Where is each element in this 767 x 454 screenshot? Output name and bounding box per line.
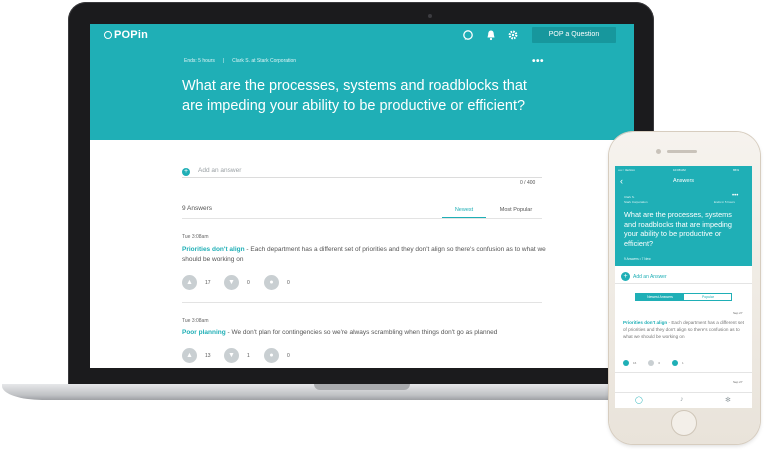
clock-label: 10:08 AM [673,168,686,172]
tab-newest[interactable]: Newest [442,204,486,218]
dislike-reaction[interactable]: ▼ 1 [224,348,250,363]
phone-answer-stats: 9 Answers • 7 New [624,257,651,261]
add-answer-placeholder: Add an answer [198,167,242,174]
phone-answer-date: Sep 27 [733,311,743,315]
add-answer-field[interactable]: + Add an answer [182,162,542,178]
comment-icon[interactable] [672,360,679,366]
gear-icon[interactable] [507,29,519,41]
thumbs-down-icon: ▼ [224,348,239,363]
phone-camera-icon [656,149,661,154]
pop-question-button[interactable]: POP a Question [532,27,616,43]
bell-icon[interactable]: ♪ [680,396,684,403]
nav-title: Answers [672,178,695,184]
comment-icon: ● [264,348,279,363]
answers-count: 9 Answers [182,205,212,212]
more-options-icon[interactable]: ••• [532,56,544,67]
phone-screen: ••••○ Verizon 10:08 AM 86% ‹ Answers Cla… [615,166,752,408]
divider [182,218,542,219]
divider [182,302,542,303]
thumbs-up-icon: ▲ [182,275,197,290]
thumbs-down-icon: ▼ [224,275,239,290]
carrier-label: ••••○ Verizon [618,168,635,172]
chat-bubble-icon[interactable] [462,29,474,41]
phone-answer-date: Sep 27 [733,380,743,384]
like-count: 13 [205,352,211,359]
battery-label: 86% [733,168,740,172]
comment-reaction[interactable]: ● 0 [264,348,290,363]
thumbs-up-icon: ▲ [182,348,197,363]
answer-body: - We don't plan for contingencies so we'… [225,329,498,336]
answer-time: Tue 3:08am [182,234,209,240]
phone-tab-newest[interactable]: Newest Answers [636,294,684,301]
phone-answer-text: Priorities don't align - Each department… [623,319,745,341]
phone-reactions: 16 0 1 [623,360,684,366]
answer-text: Priorities don't align - Each department… [182,245,546,265]
comment-count: 0 [287,352,290,359]
thumbs-down-icon[interactable] [648,360,655,366]
laptop-screen: POPin POP a Question Ends: 5 hours | Clark… [90,24,634,368]
dislike-reaction[interactable]: ▼ 0 [224,275,250,290]
phone-nav-bar: ‹ Answers [615,174,752,190]
dislike-count: 1 [247,352,250,359]
question-title: What are the processes, systems and road… [182,78,527,114]
phone-add-answer-label: Add an Answer [633,274,667,280]
phone-tab-popular[interactable]: Popular [684,294,732,301]
author-label: Clark S. at Stark Corporation [232,58,297,64]
gear-icon[interactable]: ✻ [725,396,731,404]
phone-ends-label: Ends in 5 hours [714,200,735,204]
bell-icon[interactable] [485,29,497,41]
phone-question-header: Clark S. Stark Corporation ••• Ends in 5… [615,190,752,266]
answer-title[interactable]: Priorities don't align [182,246,245,253]
sort-tabs: Newest Most Popular [442,204,542,218]
top-bar: POPin POP a Question [90,24,634,46]
plus-icon: + [182,168,190,176]
phone-question-meta: Clark S. Stark Corporation [624,195,648,204]
home-button[interactable] [671,410,697,436]
phone-answer-title[interactable]: Priorities don't align [623,320,667,325]
phone-dislike-count: 0 [658,361,661,365]
chat-bubble-icon[interactable]: ◯ [635,396,643,404]
phone-more-icon[interactable]: ••• [732,193,738,199]
logo[interactable]: POPin [104,29,148,41]
thumbs-up-icon[interactable] [623,360,629,366]
answer-time: Tue 3:08am [182,318,209,324]
phone-speaker [667,150,697,153]
comment-reaction[interactable]: ● 0 [264,275,290,290]
logo-text: POPin [114,29,149,41]
like-reaction[interactable]: ▲ 17 [182,275,211,290]
phone-add-answer-button[interactable]: + Add an Answer [615,270,752,284]
phone-sort-tabs: Newest Answers Popular [635,293,732,301]
plus-icon: + [621,272,630,281]
phone-comment-count: 1 [682,361,684,365]
phone-tab-bar: ◯ ♪ ✻ [615,392,752,408]
like-reaction[interactable]: ▲ 13 [182,348,211,363]
comment-count: 0 [287,279,290,286]
question-header: Ends: 5 hours | Clark S. at Stark Corporat… [90,46,634,140]
tab-most-popular[interactable]: Most Popular [490,204,542,218]
divider [615,372,752,373]
character-counter: 0 / 400 [520,180,536,186]
question-meta: Ends: 5 hours | Clark S. at Stark Corporat… [184,58,296,64]
meta-separator: | [222,58,225,64]
answer-text: Poor planning - We don't plan for contin… [182,328,546,338]
phone-question-title: What are the processes, systems and road… [624,210,732,248]
comment-icon: ● [264,275,279,290]
phone-like-count: 16 [633,361,637,365]
phone-company: Stark Corporation [624,199,648,204]
phone-status-bar: ••••○ Verizon 10:08 AM 86% [615,166,752,174]
like-count: 17 [205,279,211,286]
laptop-notch [314,384,410,390]
dislike-count: 0 [247,279,250,286]
logo-icon [104,31,112,39]
ends-label: Ends: 5 hours [184,58,215,64]
answer-title[interactable]: Poor planning [182,329,226,336]
camera-icon [428,14,432,18]
